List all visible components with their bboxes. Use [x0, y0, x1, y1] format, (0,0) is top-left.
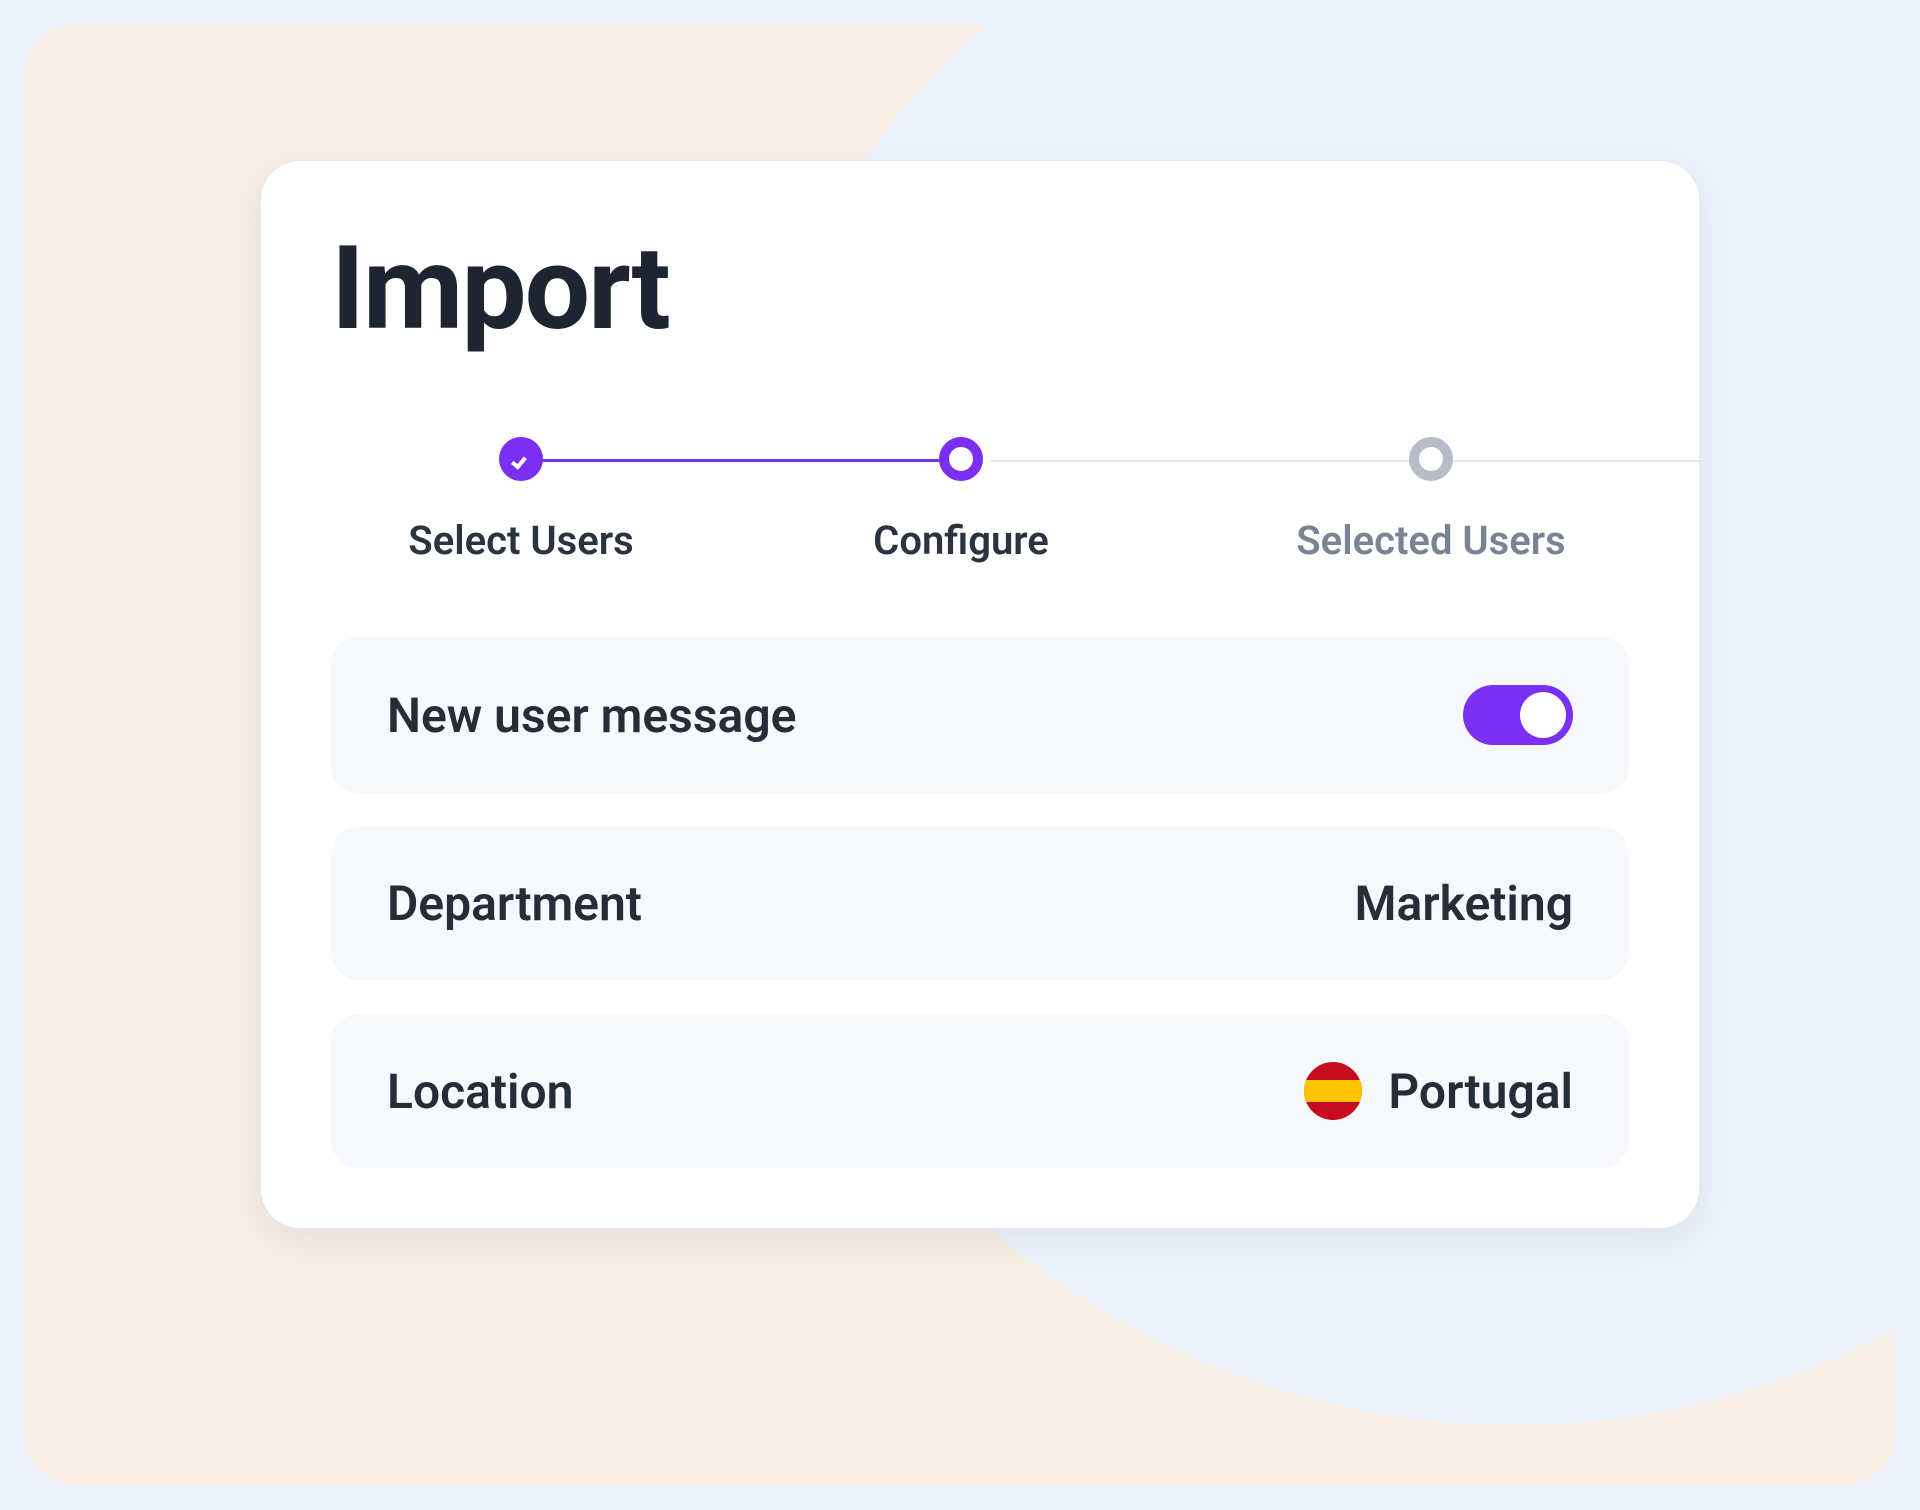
- setting-row-location[interactable]: Location Portugal: [331, 1014, 1629, 1168]
- step-select-users[interactable]: Select Users: [391, 437, 651, 564]
- step-label: Select Users: [391, 517, 651, 564]
- flag-icon: [1304, 1062, 1362, 1120]
- setting-label: Department: [387, 875, 642, 932]
- import-card: Import Select Users Configure Selected U…: [260, 160, 1700, 1229]
- setting-value: Portugal: [1304, 1062, 1573, 1120]
- step-dot-future-icon: [1409, 437, 1453, 481]
- check-icon: [499, 437, 543, 481]
- step-selected-users[interactable]: Selected Users: [1271, 437, 1591, 564]
- step-label: Selected Users: [1271, 517, 1591, 564]
- wizard-stepper: Select Users Configure Selected Users: [331, 437, 1629, 577]
- step-configure[interactable]: Configure: [831, 437, 1091, 564]
- flag-stripe: [1304, 1080, 1362, 1102]
- setting-label: Location: [387, 1063, 574, 1120]
- page-title: Import: [331, 231, 1629, 347]
- toggle-knob: [1520, 692, 1566, 738]
- setting-value: Marketing: [1355, 875, 1573, 932]
- setting-row-department[interactable]: Department Marketing: [331, 827, 1629, 980]
- new-user-message-toggle[interactable]: [1463, 685, 1573, 745]
- step-label: Configure: [831, 517, 1091, 564]
- setting-label: New user message: [387, 687, 796, 744]
- location-value-text: Portugal: [1388, 1063, 1573, 1120]
- step-dot-current-icon: [939, 437, 983, 481]
- setting-row-new-user-message: New user message: [331, 637, 1629, 793]
